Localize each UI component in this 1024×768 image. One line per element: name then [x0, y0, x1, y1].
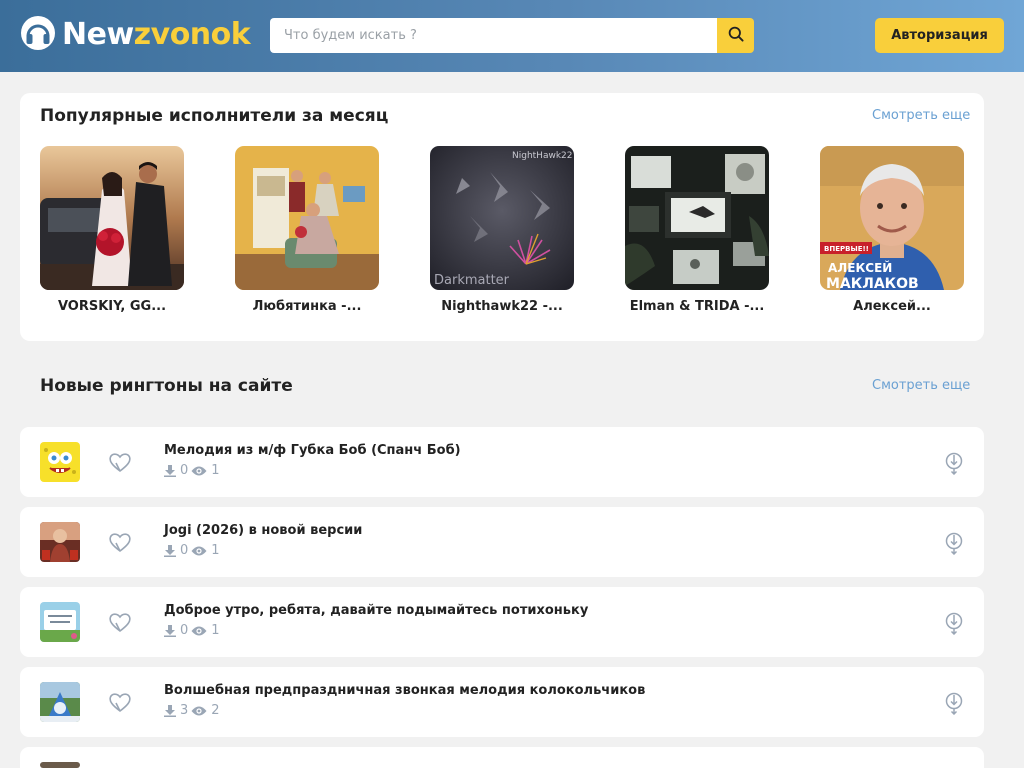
artist-card[interactable]: ВПЕРВЫЕ!! АЛЕКСЕЙ МАКЛАКОВ Алексей... [820, 146, 1000, 314]
ringtone-stats: 0 1 [164, 623, 223, 638]
artist-cover-image[interactable]: NightHawk22 Darkmatter [430, 146, 574, 290]
download-count-icon [164, 464, 176, 477]
artist-name[interactable]: VORSKIY, GG... [40, 299, 184, 314]
artist-cover-image[interactable] [625, 146, 769, 290]
view-count: 2 [211, 703, 220, 718]
artist-name[interactable]: Nighthawk22 -... [430, 299, 574, 314]
artist-name[interactable]: Elman & TRIDA -... [625, 299, 769, 314]
ringtone-title[interactable]: Доброе утро, ребята, давайте подымайтесь… [164, 603, 588, 618]
ringtones-see-more-link[interactable]: Смотреть еще [872, 378, 970, 393]
logo-text: Newzvonok [62, 15, 251, 55]
artist-cover-image[interactable] [40, 146, 184, 290]
ringtone-thumbnail[interactable] [40, 602, 80, 642]
popular-artists-section: Популярные исполнители за месяц Смотреть… [20, 93, 984, 341]
download-button[interactable] [944, 451, 964, 476]
artist-cover-image[interactable]: ВПЕРВЫЕ!! АЛЕКСЕЙ МАКЛАКОВ [820, 146, 964, 290]
ringtone-row[interactable] [20, 747, 984, 768]
ringtones-section-title: Новые рингтоны на сайте [40, 376, 293, 396]
ringtone-row[interactable]: Доброе утро, ребята, давайте подымайтесь… [20, 587, 984, 657]
search-button[interactable] [717, 18, 754, 53]
artist-name[interactable]: Алексей... [820, 299, 964, 314]
view-count: 1 [211, 623, 220, 638]
eye-icon [191, 465, 207, 477]
view-count: 1 [211, 543, 220, 558]
ringtone-thumbnail[interactable] [40, 442, 80, 482]
artist-card[interactable]: NightHawk22 Darkmatter Nighthawk22 -... [430, 146, 610, 314]
ringtone-stats: 0 1 [164, 463, 223, 478]
ringtone-title[interactable]: Волшебная предпраздничная звонкая мелоди… [164, 683, 645, 698]
cover-caption-text: Darkmatter [434, 273, 510, 288]
download-button[interactable] [944, 531, 964, 556]
artist-name[interactable]: Любятинка -... [235, 299, 379, 314]
popular-see-more-link[interactable]: Смотреть еще [872, 108, 970, 123]
artist-cover-image[interactable] [235, 146, 379, 290]
cover-name-line2: МАКЛАКОВ [826, 276, 919, 290]
eye-icon [191, 545, 207, 557]
heart-icon[interactable] [108, 611, 132, 633]
search-icon [728, 26, 744, 46]
cover-name-line1: АЛЕКСЕЙ [828, 260, 892, 275]
download-count-icon [164, 624, 176, 637]
search-input[interactable] [270, 18, 717, 53]
site-header: Newzvonok Авторизация [0, 0, 1024, 72]
auth-button[interactable]: Авторизация [875, 18, 1004, 53]
cover-watermark-text: NightHawk22 [512, 151, 573, 161]
download-count-icon [164, 544, 176, 557]
ringtone-stats: 0 1 [164, 543, 223, 558]
ringtone-stats: 3 2 [164, 703, 223, 718]
eye-icon [191, 625, 207, 637]
ringtone-title[interactable]: Jogi (2026) в новой версии [164, 523, 362, 538]
download-count-icon [164, 704, 176, 717]
download-button[interactable] [944, 691, 964, 716]
eye-icon [191, 705, 207, 717]
ringtone-row[interactable]: Jogi (2026) в новой версии 0 1 [20, 507, 984, 577]
ringtone-thumbnail[interactable] [40, 682, 80, 722]
download-count: 0 [180, 543, 189, 558]
heart-icon[interactable] [108, 691, 132, 713]
headphones-icon [20, 15, 56, 55]
view-count: 1 [211, 463, 220, 478]
ringtone-title[interactable]: Мелодия из м/ф Губка Боб (Спанч Боб) [164, 443, 461, 458]
ringtone-row[interactable]: Волшебная предпраздничная звонкая мелоди… [20, 667, 984, 737]
site-logo[interactable]: Newzvonok [20, 15, 251, 55]
download-count: 3 [180, 703, 189, 718]
ringtone-thumbnail[interactable] [40, 522, 80, 562]
heart-icon[interactable] [108, 451, 132, 473]
artist-card[interactable]: VORSKIY, GG... [40, 146, 220, 314]
heart-icon[interactable] [108, 531, 132, 553]
artist-card[interactable]: Elman & TRIDA -... [625, 146, 805, 314]
logo-text-new: New [62, 17, 134, 52]
ringtone-thumbnail[interactable] [40, 762, 80, 768]
download-button[interactable] [944, 611, 964, 636]
download-count: 0 [180, 463, 189, 478]
popular-section-title: Популярные исполнители за месяц [40, 106, 389, 126]
cover-badge-text: ВПЕРВЫЕ!! [824, 245, 869, 253]
artist-card[interactable]: Любятинка -... [235, 146, 415, 314]
download-count: 0 [180, 623, 189, 638]
ringtone-row[interactable]: Мелодия из м/ф Губка Боб (Спанч Боб) 0 1 [20, 427, 984, 497]
logo-text-zvonok: zvonok [133, 17, 251, 52]
search-bar [270, 18, 754, 53]
